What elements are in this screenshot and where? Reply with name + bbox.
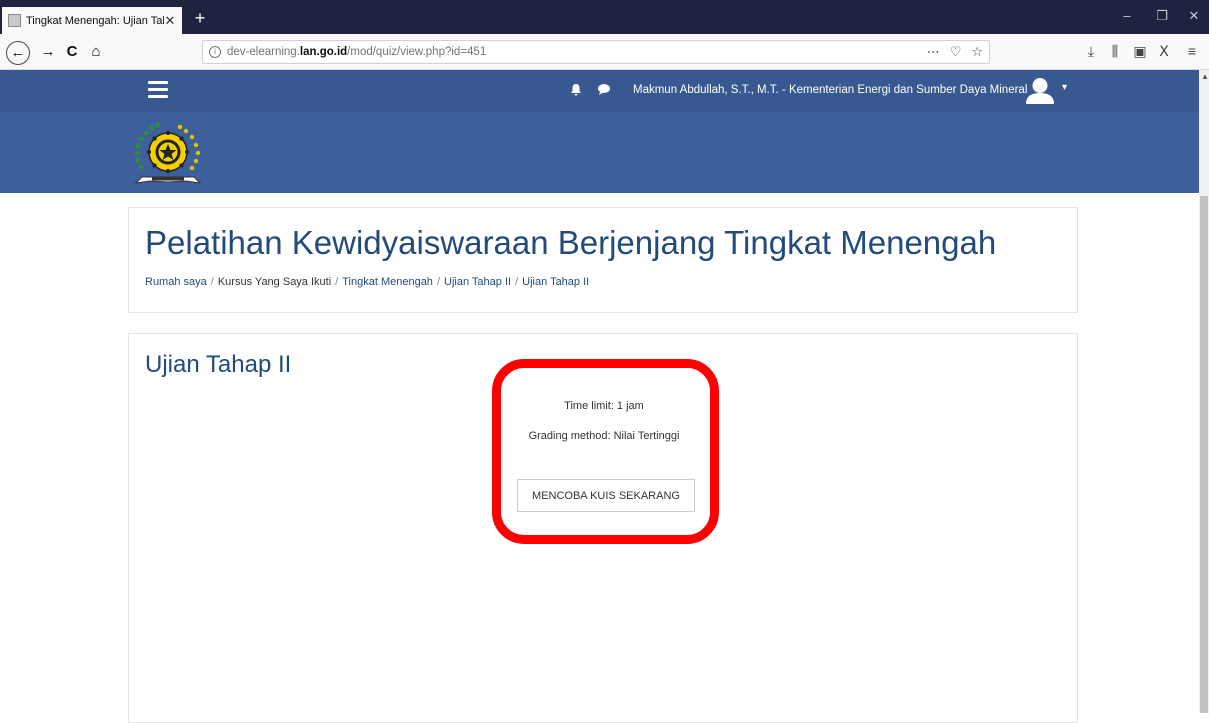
library-icon[interactable]: ⫼ — [1106, 43, 1124, 60]
new-tab-icon[interactable]: + — [190, 7, 210, 29]
breadcrumb-separator: / — [210, 276, 214, 288]
breadcrumb-separator: / — [335, 276, 339, 288]
browser-nav-bar: ← → C ⌂ i dev-elearning. lan.go.id /mod/… — [0, 34, 1209, 70]
breadcrumb-section[interactable]: Ujian Tahap II — [444, 276, 511, 288]
sidebar-icon[interactable]: ▣ — [1131, 43, 1149, 60]
scrollbar-thumb[interactable] — [1200, 196, 1208, 713]
site-header: Makmun Abdullah, S.T., M.T. - Kementeria… — [0, 70, 1199, 112]
home-icon[interactable]: ⌂ — [86, 42, 106, 62]
close-tab-icon[interactable]: ✕ — [164, 13, 176, 29]
page-actions-icon[interactable]: ⋯ — [927, 44, 940, 60]
url-domain: lan.go.id — [299, 46, 348, 58]
user-name[interactable]: Makmun Abdullah, S.T., M.T. - Kementeria… — [633, 84, 1027, 96]
browser-tab-title: Tingkat Menengah: Ujian Tahap — [26, 14, 164, 27]
browser-tab[interactable]: Tingkat Menengah: Ujian Tahap ✕ — [2, 7, 182, 34]
browser-tab-bar: Tingkat Menengah: Ujian Tahap ✕ + – ❐ ✕ — [0, 0, 1209, 34]
site-logo[interactable] — [128, 119, 208, 193]
quiz-title: Ujian Tahap II — [145, 351, 292, 378]
course-header-card: Pelatihan Kewidyaiswaraan Berjenjang Tin… — [128, 207, 1078, 313]
back-icon[interactable]: ← — [6, 41, 30, 65]
avatar[interactable] — [1025, 77, 1055, 105]
messages-icon[interactable] — [597, 83, 611, 99]
url-prefix: dev-elearning. — [227, 46, 300, 58]
page-title: Pelatihan Kewidyaiswaraan Berjenjang Tin… — [145, 224, 997, 261]
breadcrumb: Rumah saya / Kursus Yang Saya Ikuti / Tingka… — [145, 276, 589, 288]
hamburger-menu-icon[interactable] — [148, 81, 168, 99]
downloads-icon[interactable]: ⤓ — [1082, 43, 1100, 60]
menu-icon[interactable]: ≡ — [1183, 43, 1201, 59]
breadcrumb-separator: / — [515, 276, 519, 288]
breadcrumb-quiz[interactable]: Ujian Tahap II — [522, 276, 589, 288]
minimize-icon[interactable]: – — [1117, 8, 1137, 23]
scroll-up-icon[interactable]: ▲ — [1201, 72, 1209, 81]
quiz-content-card: Ujian Tahap II Time limit: 1 jam Grading… — [128, 333, 1078, 723]
forward-icon[interactable]: → — [38, 42, 58, 62]
extension-icon[interactable]: Ⅹ — [1155, 43, 1173, 60]
close-window-icon[interactable]: ✕ — [1184, 8, 1204, 24]
site-banner — [0, 112, 1199, 193]
breadcrumb-my-courses: Kursus Yang Saya Ikuti — [217, 276, 332, 288]
site-info-icon[interactable]: i — [209, 46, 221, 58]
bookmark-star-icon[interactable]: ☆ — [971, 44, 983, 60]
reload-icon[interactable]: C — [62, 42, 82, 62]
url-path: /mod/quiz/view.php?id=451 — [347, 46, 487, 58]
time-limit-info: Time limit: 1 jam — [564, 400, 644, 412]
breadcrumb-home[interactable]: Rumah saya — [145, 276, 207, 288]
notification-bell-icon[interactable] — [570, 83, 582, 99]
breadcrumb-course[interactable]: Tingkat Menengah — [342, 276, 433, 288]
url-bar[interactable]: i dev-elearning. lan.go.id /mod/quiz/vie… — [202, 40, 990, 64]
user-menu-caret-icon[interactable]: ▾ — [1062, 82, 1067, 93]
grading-method-info: Grading method: Nilai Tertinggi — [528, 430, 680, 442]
attempt-quiz-button[interactable]: MENCOBA KUIS SEKARANG — [517, 479, 695, 512]
favicon-icon — [8, 14, 21, 27]
breadcrumb-separator: / — [436, 276, 440, 288]
pocket-icon[interactable]: ♡ — [950, 44, 962, 60]
restore-icon[interactable]: ❐ — [1152, 8, 1172, 24]
